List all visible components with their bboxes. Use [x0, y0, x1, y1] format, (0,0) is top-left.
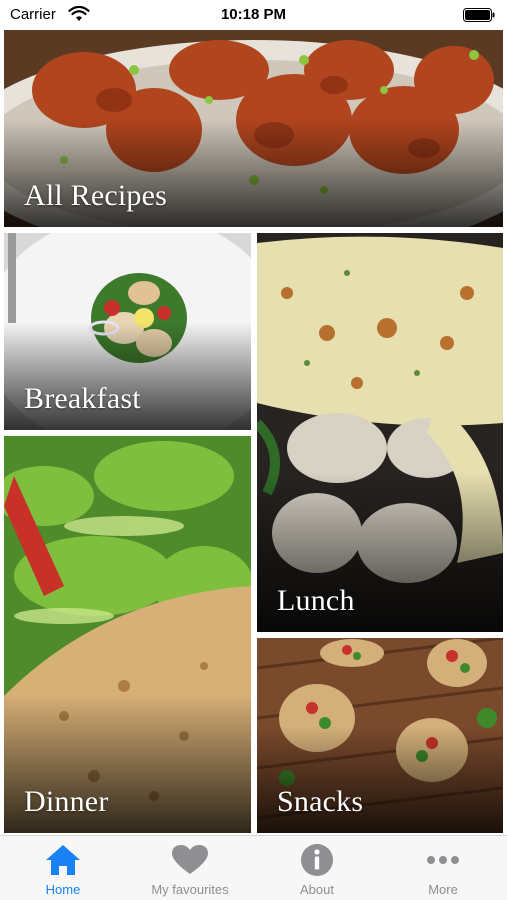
- category-tile-breakfast[interactable]: Breakfast: [4, 233, 251, 430]
- tab-label: Home: [45, 882, 81, 897]
- category-tile-all-recipes[interactable]: All Recipes: [4, 30, 503, 227]
- tab-label: My favourites: [151, 882, 229, 897]
- category-tile-dinner[interactable]: Dinner: [4, 436, 251, 833]
- tab-label: More: [428, 882, 458, 897]
- status-time: 10:18 PM: [220, 6, 287, 23]
- tab-bar: Home My favourites About More: [0, 835, 507, 900]
- category-label: All Recipes: [24, 179, 168, 212]
- category-label: Dinner: [24, 785, 109, 818]
- status-bar: Carrier 10:18 PM: [0, 0, 507, 30]
- category-label: Snacks: [277, 785, 364, 818]
- info-icon: [301, 844, 333, 876]
- heart-icon: [172, 845, 208, 874]
- category-tile-snacks[interactable]: Snacks: [257, 638, 503, 833]
- category-tile-lunch[interactable]: Lunch: [257, 233, 503, 632]
- tab-more[interactable]: More: [380, 836, 506, 900]
- more-icon: [427, 856, 459, 864]
- category-label: Breakfast: [24, 382, 141, 415]
- battery-icon: [463, 8, 495, 22]
- category-label: Lunch: [277, 584, 355, 617]
- tab-about[interactable]: About: [254, 836, 380, 900]
- tab-label: About: [300, 882, 334, 897]
- home-icon: [46, 845, 80, 875]
- tab-my-favourites[interactable]: My favourites: [127, 836, 253, 900]
- tab-home[interactable]: Home: [0, 836, 126, 900]
